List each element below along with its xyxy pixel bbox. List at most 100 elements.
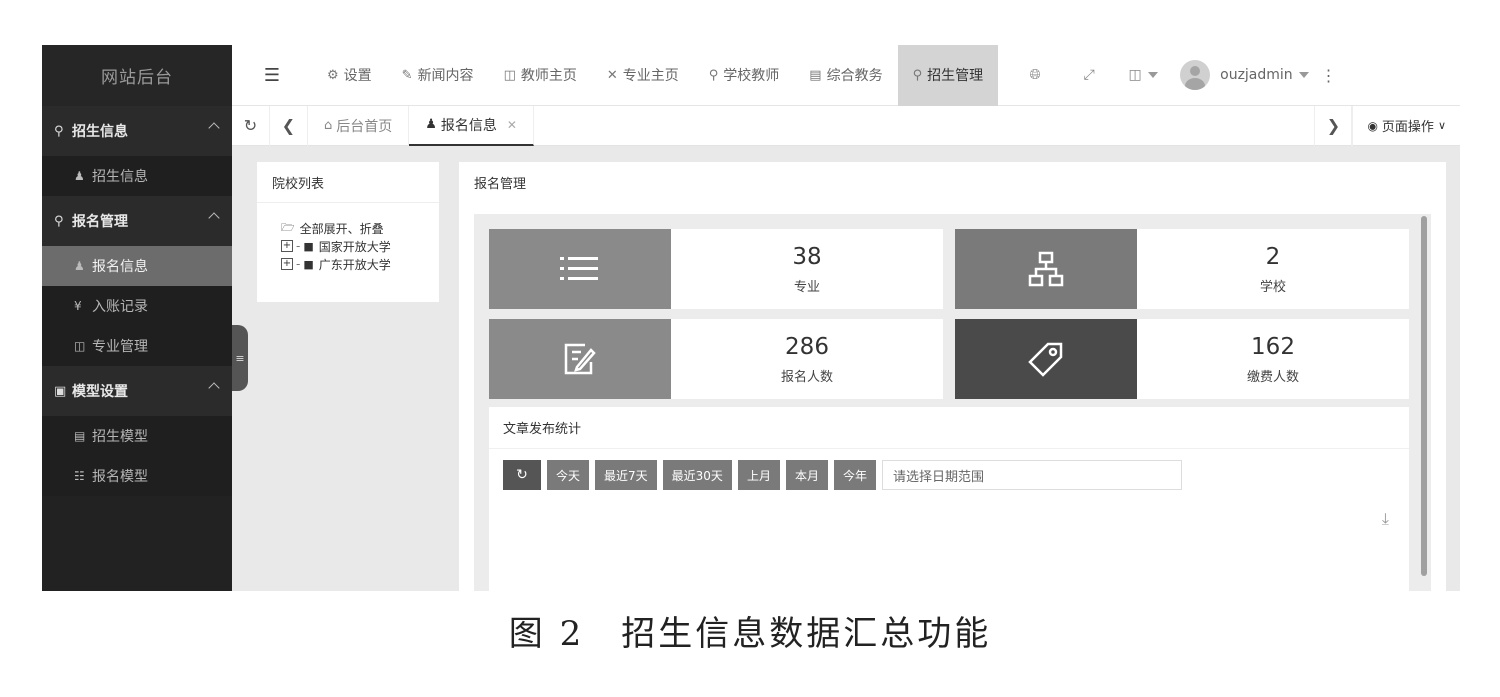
stat-value: 286	[785, 333, 829, 360]
date-filter-bar: ↻ 今天 最近7天 最近30天 上月 本月 今年 请选择日期范围	[503, 460, 1182, 490]
sidebar-group-label: 报名管理	[72, 214, 128, 230]
tree-label: 广东开放大学	[318, 257, 391, 272]
more-vertical-icon[interactable]: ⋮	[1309, 45, 1349, 106]
radio-dot-icon: ◉	[1367, 118, 1378, 133]
stat-value: 38	[792, 243, 822, 270]
plus-icon[interactable]: +	[281, 258, 293, 270]
sidebar-item-major-management[interactable]: ◫ 专业管理	[42, 326, 232, 366]
sidebar-item-label: 招生模型	[92, 429, 148, 445]
figure-caption: 图 2 招生信息数据汇总功能	[508, 614, 992, 654]
page-operations-dropdown[interactable]: ◉ 页面操作 ∨	[1352, 105, 1460, 146]
nav-academic-affairs[interactable]: ▤ 综合教务	[794, 45, 897, 106]
close-icon[interactable]: ✕	[507, 118, 517, 132]
registration-management-panel: 报名管理 38 专业 2 学校 286 报名人数 162 缴费人数 文章发布统计…	[459, 162, 1446, 591]
tools-icon: ✕	[606, 67, 618, 83]
sidebar-group-registration[interactable]: ⚲ 报名管理	[42, 196, 232, 246]
document-icon: ▤	[74, 429, 86, 443]
download-icon[interactable]: ⤓	[1382, 509, 1389, 529]
stat-value: 2	[1265, 243, 1281, 270]
sidebar-item-registration-model[interactable]: ☷ 报名模型	[42, 456, 232, 496]
chevron-right-icon[interactable]: ❯	[1314, 105, 1353, 146]
sidebar-group-label: 招生信息	[72, 124, 128, 140]
tab-home[interactable]: ⌂ 后台首页	[308, 105, 410, 146]
nav-news[interactable]: ✎ 新闻内容	[387, 45, 489, 106]
tab-bar: ↻ ❮ ⌂ 后台首页 ♟ 报名信息 ✕ ❯ ◉ 页面操作 ∨	[232, 105, 1460, 146]
chevron-down-icon	[1147, 72, 1158, 78]
scrollbar[interactable]	[1421, 216, 1427, 576]
globe-icon[interactable]: 🌐︎	[1008, 45, 1062, 106]
user-icon: ⚲	[54, 213, 64, 229]
sidebar-item-enroll-model[interactable]: ▤ 招生模型	[42, 416, 232, 456]
page-op-label: 页面操作	[1381, 120, 1434, 135]
nav-label: 新闻内容	[417, 68, 474, 84]
nav-enrollment-management[interactable]: ⚲ 招生管理	[897, 45, 999, 106]
sidebar-item-enroll-info[interactable]: ♟ 招生信息	[42, 156, 232, 196]
book-icon: ◫	[503, 67, 516, 83]
filter-this-year-button[interactable]: 今年	[833, 460, 876, 490]
expand-collapse-all[interactable]: 🗁︎ 全部展开、折叠	[281, 219, 439, 237]
stat-card-majors: 38 专业	[489, 229, 943, 309]
refresh-icon[interactable]: ↻	[232, 105, 270, 146]
plus-icon[interactable]: +	[281, 240, 293, 252]
filter-30days-button[interactable]: 最近30天	[662, 460, 732, 490]
nav-school-teachers[interactable]: ⚲ 学校教师	[694, 45, 795, 106]
folder-icon: ■	[303, 239, 314, 253]
users-icon: ⚲	[912, 67, 923, 83]
filter-today-button[interactable]: 今天	[547, 460, 590, 490]
chevron-down-icon: ∨	[1437, 119, 1446, 132]
nav-label: 招生管理	[927, 68, 984, 84]
filter-this-month-button[interactable]: 本月	[785, 460, 828, 490]
stat-card-schools: 2 学校	[955, 229, 1409, 309]
trash-icon[interactable]: ◫	[1116, 45, 1170, 106]
stat-value: 162	[1251, 333, 1295, 360]
chevron-down-icon	[1298, 72, 1309, 78]
chevron-left-icon[interactable]: ❮	[270, 105, 308, 146]
sidebar-group-enroll-info[interactable]: ⚲ 招生信息	[42, 106, 232, 156]
article-stats-card: 文章发布统计 ↻ 今天 最近7天 最近30天 上月 本月 今年 请选择日期范围 …	[489, 407, 1409, 591]
user-plus-icon: ♟	[74, 169, 85, 183]
sidebar-item-label: 报名信息	[92, 259, 148, 275]
tree-node-school[interactable]: + - ■ 国家开放大学	[281, 237, 439, 255]
card-title: 文章发布统计	[489, 407, 1409, 449]
tab-label: 报名信息	[440, 117, 497, 134]
book-icon: ◫	[74, 339, 86, 353]
user-icon: ⚲	[54, 123, 64, 139]
user-icon: ♟	[425, 117, 437, 132]
user-menu[interactable]: ouzjadmin	[1170, 45, 1309, 106]
stat-card-payers: 162 缴费人数	[955, 319, 1409, 399]
folder-open-icon: 🗁︎	[281, 220, 295, 234]
stat-label: 缴费人数	[1246, 369, 1299, 385]
sidebar-group-model-settings[interactable]: ▣ 模型设置	[42, 366, 232, 416]
sidebar-item-payment-records[interactable]: ¥ 入账记录	[42, 286, 232, 326]
tree-connector: -	[296, 257, 301, 271]
list-icon	[489, 229, 671, 309]
nav-label: 综合教务	[826, 68, 883, 84]
nav-label: 设置	[343, 68, 372, 84]
yen-icon: ¥	[74, 299, 82, 313]
sidebar-item-label: 专业管理	[92, 339, 148, 355]
filter-7days-button[interactable]: 最近7天	[595, 460, 657, 490]
user-icon: ⚲	[708, 67, 719, 83]
fullscreen-icon[interactable]: ⤢	[1062, 45, 1116, 106]
edit-icon: ✎	[401, 67, 413, 83]
sitemap-icon	[955, 229, 1137, 309]
refresh-icon: ↻	[516, 467, 528, 483]
school-tree: 🗁︎ 全部展开、折叠 + - ■ 国家开放大学 + - ■ 广东开放大学	[257, 203, 439, 273]
gear-icon: ⚙	[327, 67, 339, 83]
sidebar-collapse-handle[interactable]: ≡	[232, 325, 248, 391]
settings-box-icon: ▣	[54, 383, 67, 399]
nav-major-home[interactable]: ✕ 专业主页	[592, 45, 694, 106]
date-range-input[interactable]: 请选择日期范围	[881, 460, 1182, 490]
sidebar-item-registration-info[interactable]: ♟ 报名信息	[42, 246, 232, 286]
tree-node-school[interactable]: + - ■ 广东开放大学	[281, 255, 439, 273]
refresh-button[interactable]: ↻	[503, 460, 541, 490]
tree-label: 全部展开、折叠	[299, 221, 384, 236]
menu-toggle-icon[interactable]: ☰	[232, 45, 312, 106]
school-list-panel: 院校列表 🗁︎ 全部展开、折叠 + - ■ 国家开放大学 + - ■ 广东开放大学	[257, 162, 439, 302]
tree-label: 国家开放大学	[318, 239, 391, 254]
nav-settings[interactable]: ⚙ 设置	[312, 45, 387, 106]
nav-teacher-home[interactable]: ◫ 教师主页	[489, 45, 592, 106]
stat-card-registrants: 286 报名人数	[489, 319, 943, 399]
filter-last-month-button[interactable]: 上月	[737, 460, 780, 490]
tab-registration-info[interactable]: ♟ 报名信息 ✕	[409, 105, 534, 146]
